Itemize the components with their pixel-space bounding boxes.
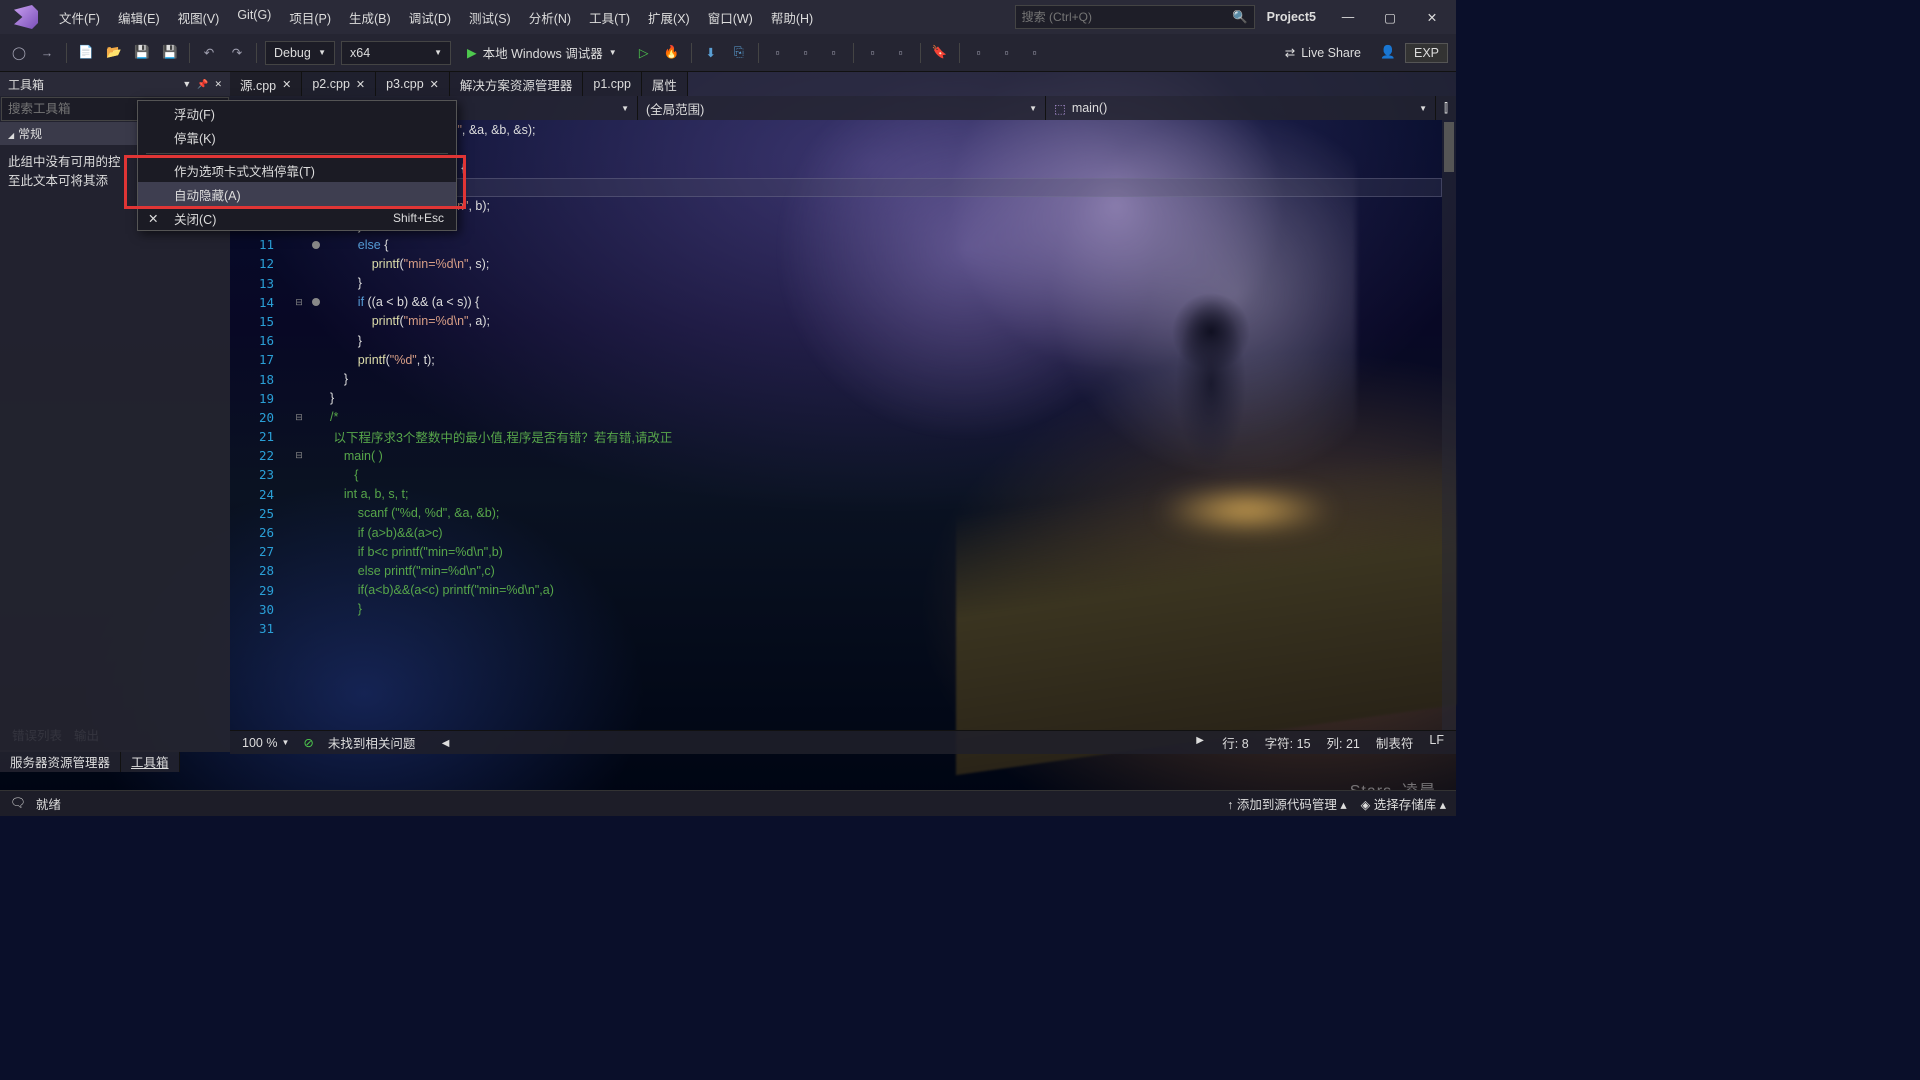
close-icon: ✕ <box>148 211 158 226</box>
redo-icon[interactable]: ↷ <box>226 42 248 64</box>
menu-扩展(X)[interactable]: 扩展(X) <box>639 2 699 33</box>
tab-p2.cpp[interactable]: p2.cpp✕ <box>302 72 376 96</box>
bottom-tab-工具箱[interactable]: 工具箱 <box>121 750 180 772</box>
status-ready: 就绪 <box>36 794 61 813</box>
live-share-button[interactable]: ⇄Live Share <box>1275 45 1371 60</box>
menu-生成(B)[interactable]: 生成(B) <box>340 2 400 33</box>
ok-icon: ⊘ <box>303 735 313 750</box>
menu-编辑(E)[interactable]: 编辑(E) <box>109 2 169 33</box>
share-icon: ⇄ <box>1285 45 1295 60</box>
editor-status-bar: 100 %▼ ⊘ 未找到相关问题 ◄ ► 行: 8 字符: 15 列: 21 制… <box>230 730 1456 754</box>
menu-帮助(H)[interactable]: 帮助(H) <box>762 2 822 33</box>
proc-icon[interactable]: ⎘ <box>728 42 750 64</box>
cursor-col: 列: 21 <box>1327 733 1360 752</box>
nav-function[interactable]: ⬚main()▼ <box>1046 96 1436 120</box>
menu-bar: 文件(F)编辑(E)视图(V)Git(G)项目(P)生成(B)调试(D)测试(S… <box>50 2 822 33</box>
menu-测试(S)[interactable]: 测试(S) <box>460 2 520 33</box>
menu-视图(V)[interactable]: 视图(V) <box>169 2 229 33</box>
t4-icon[interactable]: ▫ <box>862 42 884 64</box>
start-debug-button[interactable]: ▶本地 Windows 调试器▼ <box>457 43 627 62</box>
undo-icon[interactable]: ↶ <box>198 42 220 64</box>
t6-icon[interactable]: ▫ <box>968 42 990 64</box>
config-dropdown[interactable]: Debug▼ <box>265 41 335 65</box>
tab-属性[interactable]: 属性 <box>642 72 688 96</box>
repo-select[interactable]: ◈ 选择存储库 ▴ <box>1361 794 1446 813</box>
step-icon[interactable]: ⬇ <box>700 42 722 64</box>
close-icon[interactable]: ✕ <box>430 78 439 91</box>
menu-文件(F)[interactable]: 文件(F) <box>50 2 109 33</box>
src-control[interactable]: ↑ 添加到源代码管理 ▴ <box>1227 794 1347 813</box>
project-name: Project5 <box>1267 10 1316 24</box>
pin-icon[interactable]: 📌 <box>197 79 208 90</box>
close-icon[interactable]: ✕ <box>214 79 222 90</box>
editor-tabs: 源.cpp✕p2.cpp✕p3.cpp✕解决方案资源管理器p1.cpp属性 <box>230 72 1456 96</box>
feedback-icon[interactable]: 👤 <box>1377 42 1399 64</box>
ctx-dock: 停靠(K) <box>138 125 456 149</box>
save-icon[interactable]: 💾 <box>131 42 153 64</box>
hot-reload-icon[interactable]: 🔥 <box>661 42 683 64</box>
tab-p3.cpp[interactable]: p3.cpp✕ <box>376 72 450 96</box>
vs-logo-icon <box>14 5 38 29</box>
ctx-float[interactable]: 浮动(F) <box>138 101 456 125</box>
minimize-button[interactable]: — <box>1328 3 1368 31</box>
bookmark-icon[interactable]: 🔖 <box>929 42 951 64</box>
context-menu: 浮动(F) 停靠(K) 作为选项卡式文档停靠(T) 自动隐藏(A) ✕关闭(C)… <box>137 100 457 231</box>
tab-解决方案资源管理器[interactable]: 解决方案资源管理器 <box>450 72 584 96</box>
ctx-tabbed-dock[interactable]: 作为选项卡式文档停靠(T) <box>138 158 456 182</box>
tab-源.cpp[interactable]: 源.cpp✕ <box>230 72 302 96</box>
maximize-button[interactable]: ▢ <box>1370 3 1410 31</box>
new-icon[interactable]: 📄 <box>75 42 97 64</box>
hscroll-left-icon[interactable]: ◄ <box>439 736 451 750</box>
platform-dropdown[interactable]: x64▼ <box>341 41 451 65</box>
t5-icon[interactable]: ▫ <box>890 42 912 64</box>
open-icon[interactable]: 📂 <box>103 42 125 64</box>
toolbox-title: 工具箱 <box>8 76 176 93</box>
menu-窗口(W)[interactable]: 窗口(W) <box>699 2 762 33</box>
close-button[interactable]: ✕ <box>1412 3 1452 31</box>
bottom-tabs: 服务器资源管理器工具箱 <box>0 750 180 772</box>
close-icon[interactable]: ✕ <box>282 78 291 91</box>
toolbar: ◯ → 📄 📂 💾 💾 ↶ ↷ Debug▼ x64▼ ▶本地 Windows … <box>0 34 1456 72</box>
line-ending: LF <box>1429 733 1444 752</box>
ctx-close[interactable]: ✕关闭(C)Shift+Esc <box>138 206 456 230</box>
nav-scope[interactable]: (全局范围)▼ <box>638 96 1046 120</box>
t7-icon[interactable]: ▫ <box>996 42 1018 64</box>
menu-工具(T)[interactable]: 工具(T) <box>580 2 639 33</box>
indent-mode: 制表符 <box>1376 733 1414 752</box>
issues-text: 未找到相关问题 <box>328 733 416 752</box>
play-icon: ▶ <box>467 45 477 60</box>
close-icon[interactable]: ✕ <box>356 78 365 91</box>
dropdown-icon[interactable]: ▼ <box>182 79 191 89</box>
nav-back-icon[interactable]: ◯ <box>8 42 30 64</box>
split-icon[interactable]: ⫿ <box>1436 96 1456 120</box>
menu-Git(G)[interactable]: Git(G) <box>228 2 280 33</box>
cube-icon: ⬚ <box>1054 101 1066 116</box>
t8-icon[interactable]: ▫ <box>1024 42 1046 64</box>
menu-调试(D)[interactable]: 调试(D) <box>400 2 460 33</box>
menu-分析(N)[interactable]: 分析(N) <box>520 2 580 33</box>
status-bar: 🗨 就绪 ↑ 添加到源代码管理 ▴ ◈ 选择存储库 ▴ <box>0 790 1456 816</box>
save-all-icon[interactable]: 💾 <box>159 42 181 64</box>
tab-p1.cpp[interactable]: p1.cpp <box>583 72 642 96</box>
exp-badge: EXP <box>1405 43 1448 63</box>
titlebar: 文件(F)编辑(E)视图(V)Git(G)项目(P)生成(B)调试(D)测试(S… <box>0 0 1456 34</box>
output-icon[interactable]: 🗨 <box>10 796 26 811</box>
cursor-char: 字符: 15 <box>1265 733 1311 752</box>
global-search[interactable]: 🔍 <box>1015 5 1255 29</box>
cursor-line: 行: 8 <box>1222 733 1248 752</box>
ctx-auto-hide[interactable]: 自动隐藏(A) <box>138 182 456 206</box>
bottom-tab-服务器资源管理器[interactable]: 服务器资源管理器 <box>0 750 121 772</box>
start-nodebug-icon[interactable]: ▷ <box>633 42 655 64</box>
scrollbar[interactable] <box>1442 120 1456 730</box>
search-input[interactable] <box>1022 10 1232 24</box>
t2-icon[interactable]: ▫ <box>795 42 817 64</box>
menu-项目(P)[interactable]: 项目(P) <box>280 2 340 33</box>
t3-icon[interactable]: ▫ <box>823 42 845 64</box>
t1-icon[interactable]: ▫ <box>767 42 789 64</box>
search-icon: 🔍 <box>1232 10 1248 25</box>
zoom-level[interactable]: 100 %▼ <box>242 736 289 750</box>
hscroll-right-icon[interactable]: ► <box>1194 733 1206 752</box>
nav-fwd-icon[interactable]: → <box>36 42 58 64</box>
